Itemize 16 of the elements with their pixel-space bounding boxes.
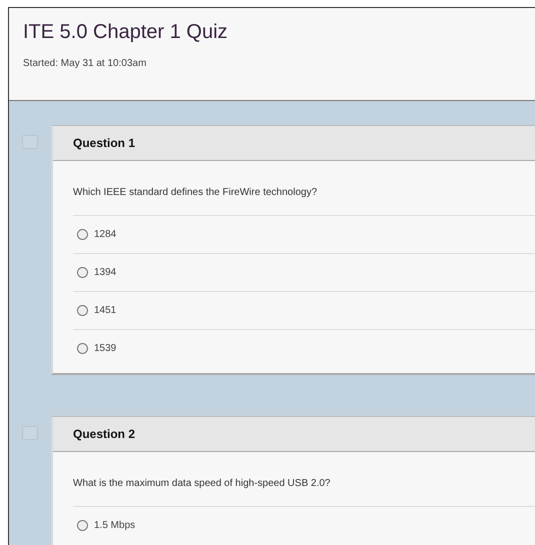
quiz-title: ITE 5.0 Chapter 1 Quiz	[23, 21, 229, 44]
started-time: Started: May 31 at 10:03am	[23, 58, 148, 69]
question-text: What is the maximum data speed of high-speed USB 2.0?	[73, 478, 332, 489]
radio-button[interactable]	[77, 343, 88, 354]
answer-label[interactable]: 1451	[94, 305, 116, 316]
answer-label[interactable]: 1394	[94, 267, 116, 278]
question-text: Which IEEE standard defines the FireWire technology?	[73, 187, 318, 198]
answer-label[interactable]: 1539	[94, 343, 116, 354]
radio-button[interactable]	[77, 520, 88, 531]
radio-button[interactable]	[77, 229, 88, 240]
question-heading: Question 1	[53, 126, 535, 161]
radio-button[interactable]	[77, 267, 88, 278]
answer-label[interactable]: 1.5 Mbps	[94, 520, 136, 531]
radio-button[interactable]	[77, 305, 88, 316]
question-heading: Question 2	[53, 417, 535, 452]
answer-label[interactable]: 1284	[94, 229, 116, 240]
